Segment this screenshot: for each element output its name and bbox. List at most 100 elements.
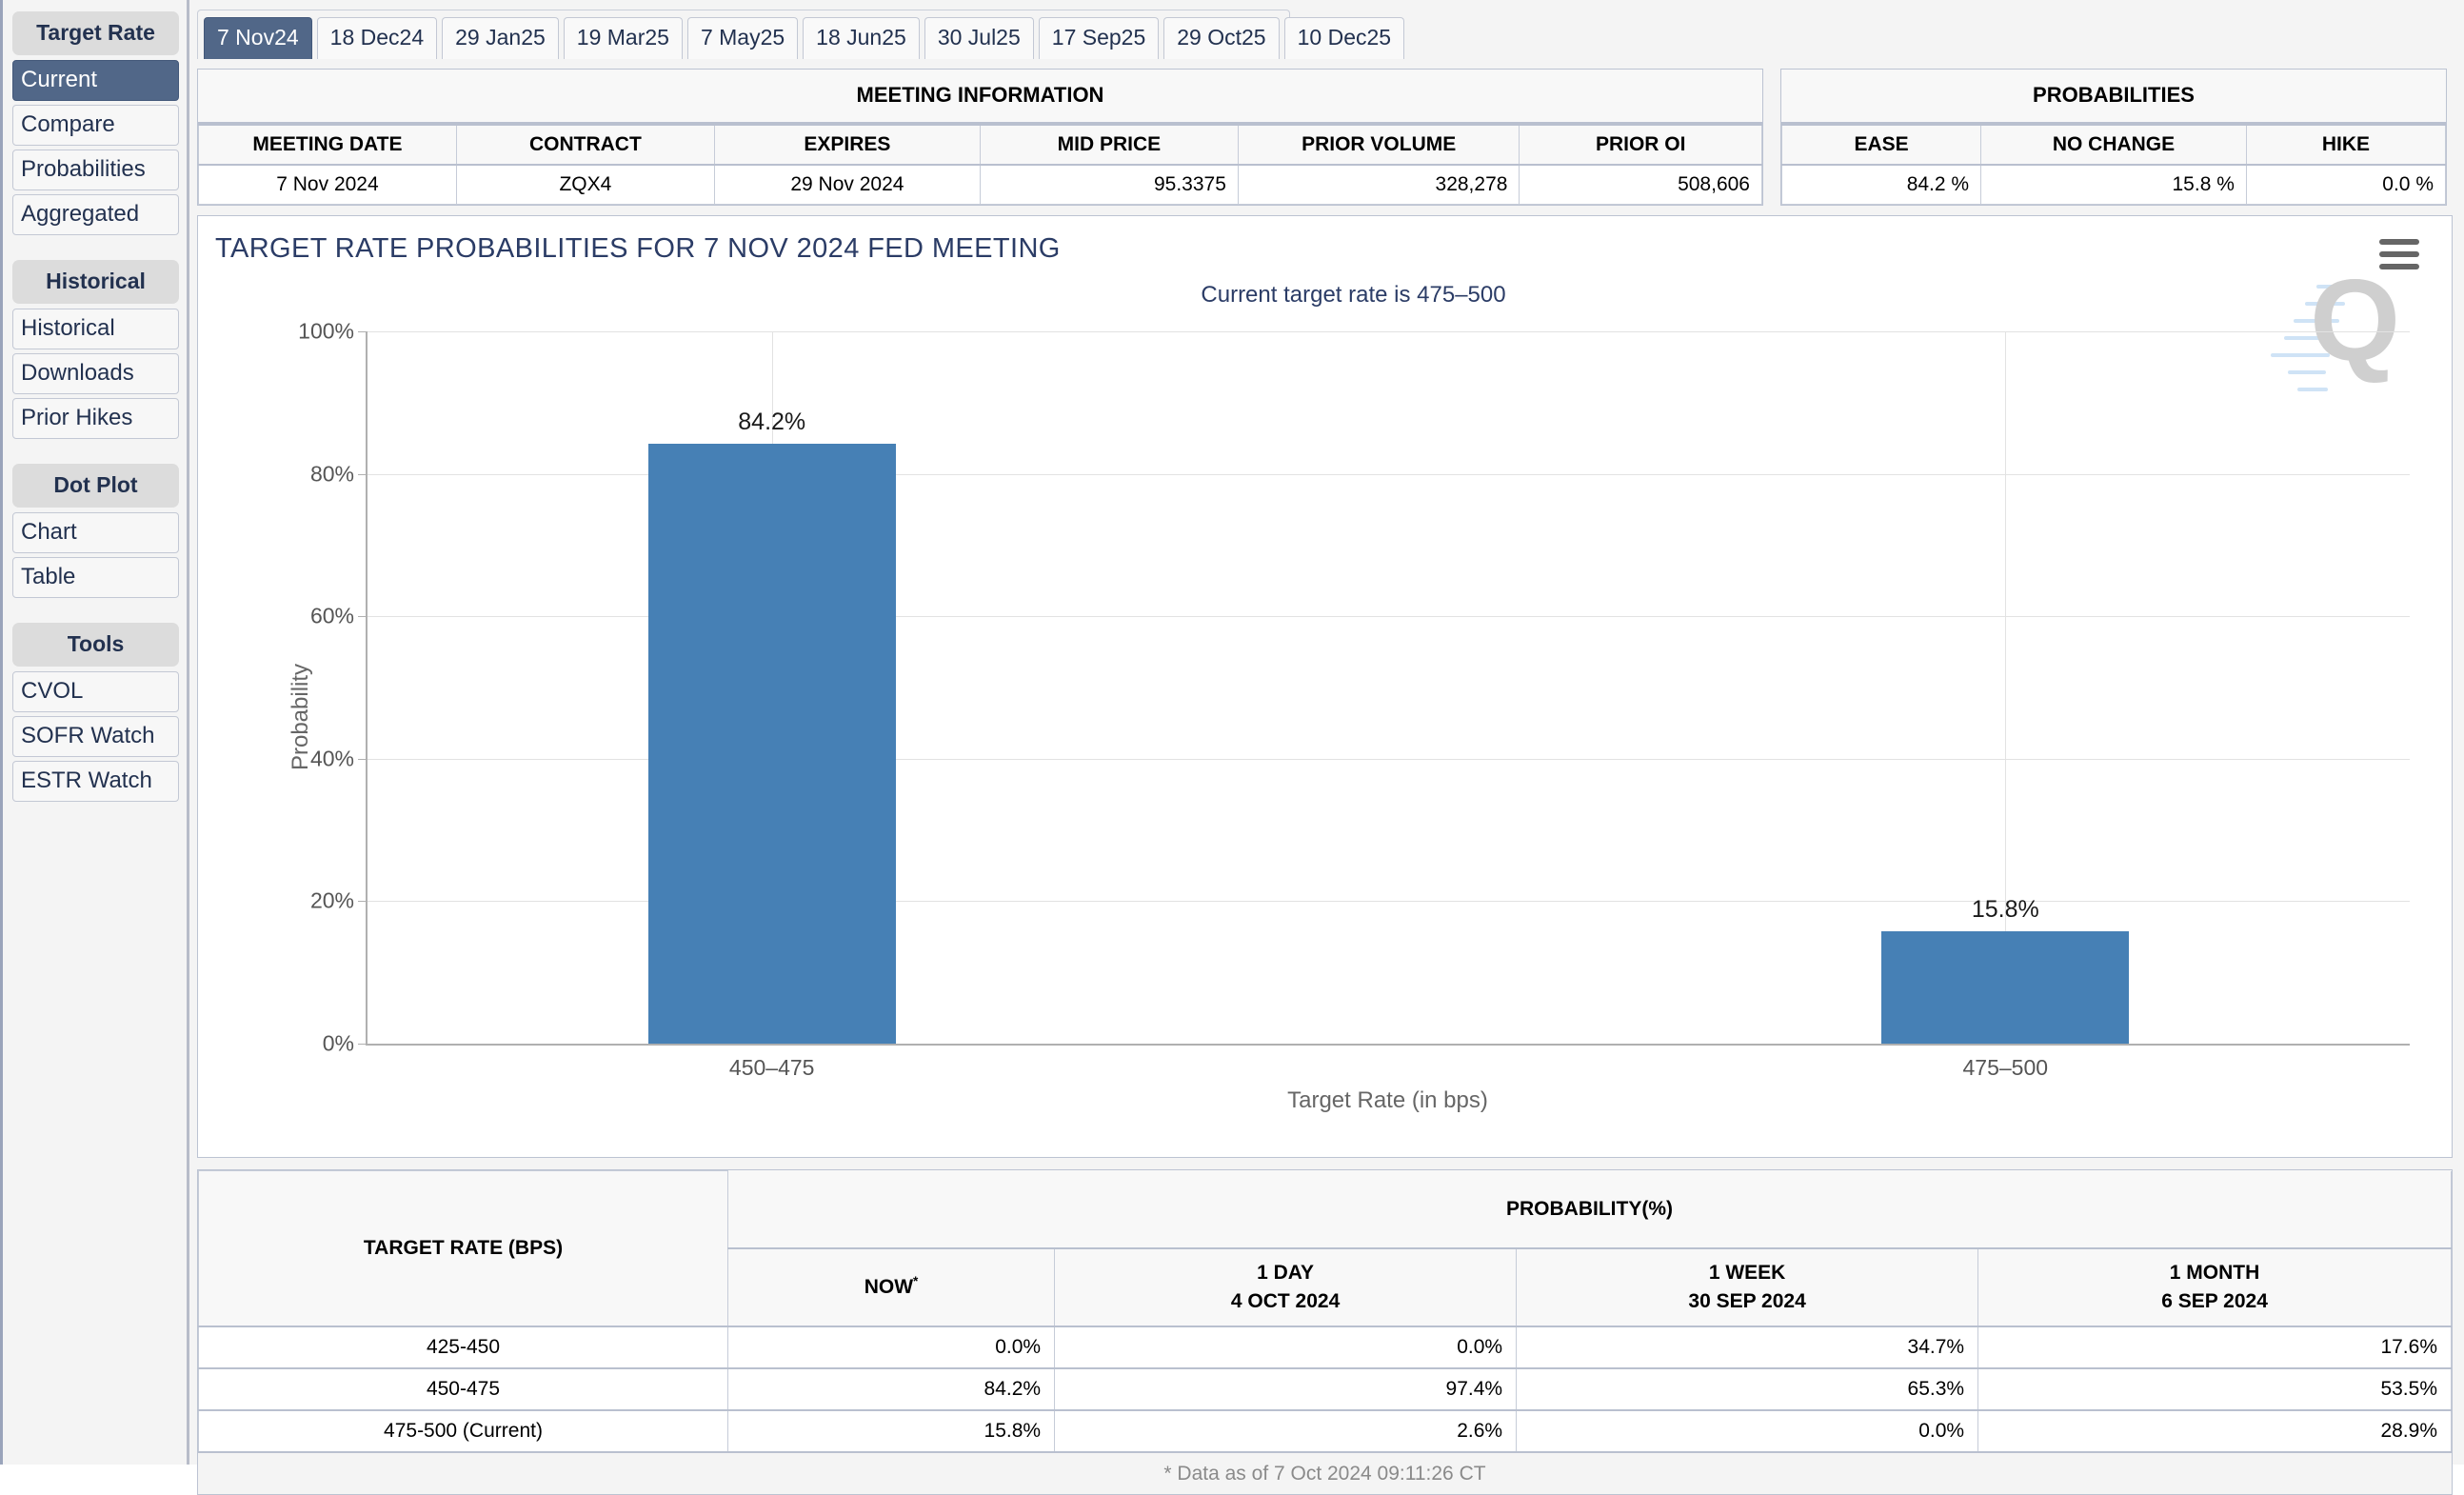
cell-expires: 29 Nov 2024: [713, 164, 981, 205]
col-ease: EASE: [1780, 124, 1982, 166]
y-tick-80: 80%: [309, 461, 354, 487]
chart-plot-area: Probability 100% 80% 60% 40% 20% 0% 84.2…: [236, 318, 2414, 1113]
cell-1day-475-500: 2.6%: [1054, 1409, 1518, 1454]
chart-panel: TARGET RATE PROBABILITIES FOR 7 NOV 2024…: [197, 215, 2453, 1158]
meeting-information-header-row: MEETING DATE CONTRACT EXPIRES MID PRICE …: [198, 124, 1762, 166]
table-row: 450-475 84.2% 97.4% 65.3% 53.5%: [198, 1367, 2452, 1412]
sidebar-item-current[interactable]: Current: [12, 60, 179, 101]
col-probability-group: PROBABILITY(%): [727, 1170, 2452, 1249]
col-1-day-label: 1 DAY: [1257, 1261, 1315, 1284]
sidebar-item-probabilities[interactable]: Probabilities: [12, 150, 179, 190]
col-meeting-date: MEETING DATE: [198, 124, 457, 166]
col-prior-volume: PRIOR VOLUME: [1237, 124, 1520, 166]
probability-group-header-row: TARGET RATE (BPS) PROBABILITY(%): [198, 1170, 2452, 1327]
cell-hike: 0.0 %: [2245, 164, 2447, 205]
tab-10-dec25[interactable]: 10 Dec25: [1283, 17, 1405, 59]
cell-1week-450-475: 65.3%: [1516, 1367, 1979, 1412]
sidebar: Target Rate Current Compare Probabilitie…: [3, 0, 189, 1465]
col-1-week: 1 WEEK 30 SEP 2024: [1516, 1247, 1979, 1327]
cell-rate-450-475: 450-475: [198, 1367, 728, 1412]
cell-prior-oi: 508,606: [1519, 164, 1762, 205]
cell-1day-425-450: 0.0%: [1054, 1326, 1518, 1370]
col-mid-price: MID PRICE: [979, 124, 1239, 166]
tab-7-may25[interactable]: 7 May25: [686, 17, 799, 59]
tab-29-oct25[interactable]: 29 Oct25: [1163, 17, 1280, 59]
cell-1week-425-450: 34.7%: [1516, 1326, 1979, 1370]
tab-30-jul25[interactable]: 30 Jul25: [924, 17, 1034, 59]
x-tick-475-500: 475–500: [1962, 1055, 2049, 1080]
probabilities-panel: PROBABILITIES EASE NO CHANGE HIKE 84.2 %…: [1780, 69, 2447, 206]
sidebar-item-table[interactable]: Table: [12, 557, 179, 598]
y-tick-40: 40%: [309, 746, 354, 771]
probability-detail-table: TARGET RATE (BPS) PROBABILITY(%) NOW* 1 …: [198, 1170, 2452, 1454]
table-row: 7 Nov 2024 ZQX4 29 Nov 2024 95.3375 328,…: [198, 164, 1762, 205]
tab-19-mar25[interactable]: 19 Mar25: [563, 17, 683, 59]
sidebar-item-chart[interactable]: Chart: [12, 512, 179, 553]
cell-now-475-500: 15.8%: [726, 1409, 1056, 1454]
summary-tables-row: MEETING INFORMATION MEETING DATE CONTRAC…: [197, 59, 2453, 206]
col-1-month-label: 1 MONTH: [2169, 1261, 2260, 1284]
sidebar-group-title-dot-plot: Dot Plot: [12, 464, 179, 508]
cell-now-450-475: 84.2%: [726, 1367, 1056, 1412]
cell-rate-475-500: 475-500 (Current): [198, 1409, 728, 1454]
sidebar-item-compare[interactable]: Compare: [12, 105, 179, 146]
col-1-week-label: 1 WEEK: [1708, 1261, 1786, 1284]
sidebar-item-estr-watch[interactable]: ESTR Watch: [12, 761, 179, 802]
col-target-rate-bps: TARGET RATE (BPS): [198, 1170, 728, 1327]
col-now-star: *: [913, 1274, 919, 1289]
meeting-tabs: 7 Nov24 18 Dec24 29 Jan25 19 Mar25 7 May…: [197, 10, 1405, 59]
col-contract: CONTRACT: [455, 124, 715, 166]
cell-contract: ZQX4: [455, 164, 715, 205]
col-1-month-date: 6 SEP 2024: [2161, 1289, 2268, 1312]
sidebar-item-cvol[interactable]: CVOL: [12, 671, 179, 712]
chart-x-axis-label: Target Rate (in bps): [1287, 1087, 1488, 1113]
cell-1month-450-475: 53.5%: [1977, 1367, 2452, 1412]
sidebar-item-sofr-watch[interactable]: SOFR Watch: [12, 716, 179, 757]
cell-1month-475-500: 28.9%: [1977, 1409, 2452, 1454]
sidebar-group-title-historical: Historical: [12, 260, 179, 304]
cell-now-425-450: 0.0%: [726, 1326, 1056, 1370]
table-row: 84.2 % 15.8 % 0.0 %: [1780, 164, 2447, 205]
hamburger-icon[interactable]: [2379, 239, 2419, 276]
col-expires: EXPIRES: [713, 124, 981, 166]
tab-7-nov24[interactable]: 7 Nov24: [204, 17, 312, 59]
y-tick-0: 0%: [322, 1030, 354, 1056]
table-row: 475-500 (Current) 15.8% 2.6% 0.0% 28.9%: [198, 1409, 2452, 1454]
chart-bar-label-450-475: 84.2%: [738, 409, 806, 436]
y-tick-60: 60%: [309, 603, 354, 628]
sidebar-item-downloads[interactable]: Downloads: [12, 353, 179, 394]
tab-17-sep25[interactable]: 17 Sep25: [1038, 17, 1160, 59]
meeting-information-panel: MEETING INFORMATION MEETING DATE CONTRAC…: [197, 69, 1763, 206]
cell-1week-475-500: 0.0%: [1516, 1409, 1979, 1454]
sidebar-item-historical[interactable]: Historical: [12, 309, 179, 349]
cell-1month-425-450: 17.6%: [1977, 1326, 2452, 1370]
col-now-label: NOW: [864, 1276, 914, 1299]
sidebar-group-title-target-rate: Target Rate: [12, 11, 179, 55]
sidebar-item-aggregated[interactable]: Aggregated: [12, 194, 179, 235]
cell-ease: 84.2 %: [1780, 164, 1982, 205]
cell-1day-450-475: 97.4%: [1054, 1367, 1518, 1412]
meeting-information-caption: MEETING INFORMATION: [198, 70, 1762, 124]
col-1-week-date: 30 SEP 2024: [1688, 1289, 1806, 1312]
col-1-month: 1 MONTH 6 SEP 2024: [1977, 1247, 2452, 1327]
y-tick-20: 20%: [309, 887, 354, 913]
cell-rate-425-450: 425-450: [198, 1326, 728, 1370]
y-tick-100: 100%: [298, 318, 354, 344]
meeting-information-table: MEETING DATE CONTRACT EXPIRES MID PRICE …: [198, 124, 1762, 205]
chart-title: TARGET RATE PROBABILITIES FOR 7 NOV 2024…: [215, 233, 1061, 264]
probabilities-caption: PROBABILITIES: [1781, 70, 2446, 124]
chart-bar-475-500[interactable]: 15.8% 475–500: [1881, 896, 2130, 1080]
tab-18-dec24[interactable]: 18 Dec24: [316, 17, 438, 59]
sidebar-item-prior-hikes[interactable]: Prior Hikes: [12, 398, 179, 439]
col-prior-oi: PRIOR OI: [1519, 124, 1762, 166]
col-1-day-date: 4 OCT 2024: [1230, 1289, 1341, 1312]
cell-meeting-date: 7 Nov 2024: [198, 164, 457, 205]
sidebar-group-title-tools: Tools: [12, 623, 179, 667]
tab-29-jan25[interactable]: 29 Jan25: [442, 17, 559, 59]
chart-bar-450-475[interactable]: 84.2% 450–475: [647, 409, 896, 1080]
cell-no-change: 15.8 %: [1980, 164, 2247, 205]
x-tick-450-475: 450–475: [728, 1055, 815, 1080]
tab-18-jun25[interactable]: 18 Jun25: [803, 17, 920, 59]
col-now: NOW*: [726, 1247, 1056, 1327]
chart-bar-label-475-500: 15.8%: [1971, 895, 2039, 923]
